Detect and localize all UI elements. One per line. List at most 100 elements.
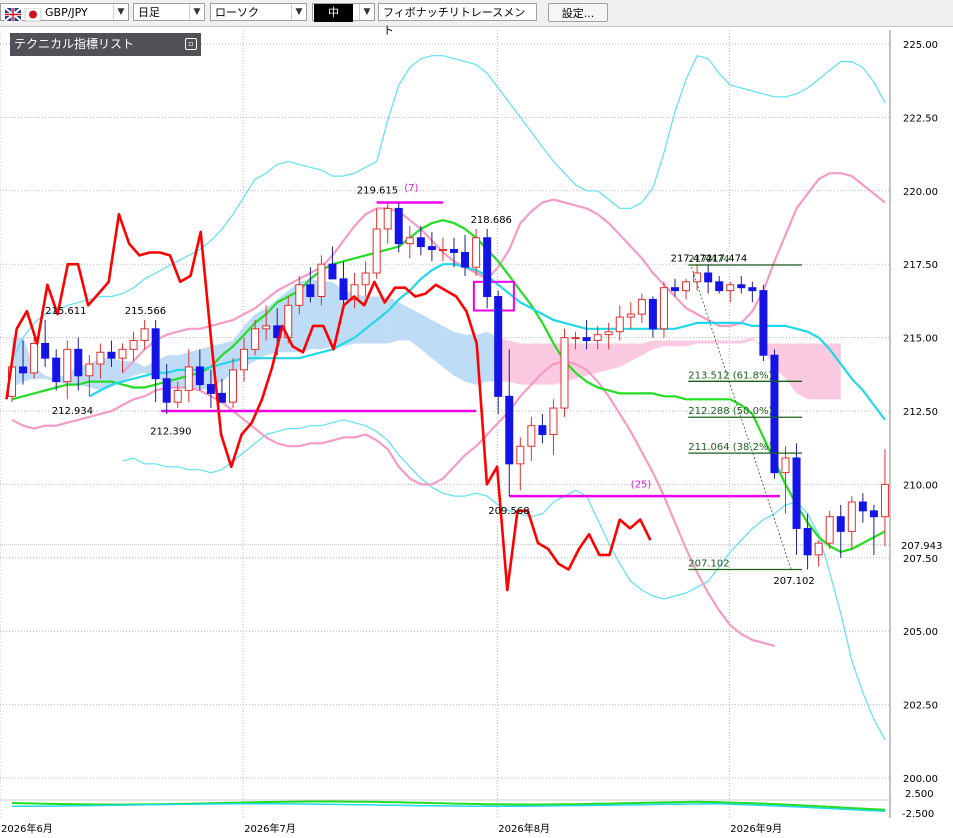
price-annotation: 212.390 <box>150 426 191 437</box>
candle-body <box>450 249 458 253</box>
candle-body <box>505 395 514 465</box>
indicator-list-panel[interactable]: テクニカル指標リスト ▫ <box>10 33 201 56</box>
candle-body <box>494 295 503 397</box>
count-label: (7) <box>404 183 418 194</box>
candle-body <box>394 207 403 245</box>
price-annotation: 217.474 <box>706 253 747 264</box>
y-tick-label: 222.50 <box>903 113 938 124</box>
candle-body <box>659 287 668 330</box>
candle-body <box>151 328 160 380</box>
x-tick-label: 2026年8月 <box>498 822 550 835</box>
fib-level-label: 207.102 <box>688 558 729 569</box>
candle-body <box>836 516 845 532</box>
candle-body <box>74 348 83 377</box>
price-annotation: 207.102 <box>773 576 814 587</box>
candle-body <box>682 281 691 292</box>
y-tick-label: 200.00 <box>903 774 938 785</box>
candle-body <box>726 284 735 292</box>
y-tick-label: 207.50 <box>903 554 938 565</box>
candle-body <box>195 366 204 386</box>
candle-body <box>217 392 226 403</box>
candle-body <box>516 445 525 465</box>
candle-body <box>262 325 271 330</box>
candle-body <box>107 351 116 359</box>
candle-body <box>825 516 834 544</box>
fib-level-label: 212.288 (50.0%) <box>688 406 772 417</box>
candle-body <box>693 272 702 283</box>
candle-body <box>317 263 326 297</box>
candle-body <box>361 272 370 286</box>
candle-body <box>162 378 171 403</box>
ma-green-line <box>11 219 886 554</box>
candle-body <box>792 457 801 529</box>
price-annotation: 209.568 <box>488 506 529 517</box>
candle-body <box>461 251 470 268</box>
indicator-list-title: テクニカル指標リスト <box>14 37 135 51</box>
candle-body <box>427 246 436 251</box>
price-annotation: 218.686 <box>471 215 512 226</box>
price-chart[interactable]: 217.474 213.512 (61.8%) 212.288 (50.0%) 211… <box>0 0 953 838</box>
candle-body <box>41 342 50 359</box>
candle-body <box>759 290 768 356</box>
collapse-icon[interactable]: ▫ <box>185 38 197 50</box>
fib-level-label: 211.064 (38.2%) <box>688 442 772 453</box>
y-tick-label: 225.00 <box>903 40 938 51</box>
candle-body <box>637 298 646 315</box>
candle-body <box>85 363 94 377</box>
osc-cyan-line <box>12 803 886 813</box>
price-annotations: 219.615218.686217.474217.474215.611 215.5… <box>45 183 815 587</box>
candle-body <box>560 337 569 409</box>
y-tick-label: 215.00 <box>903 334 938 345</box>
x-tick-label: 2026年6月 <box>1 822 53 835</box>
candle-body <box>30 342 39 374</box>
candle-body <box>63 348 72 383</box>
oscillator-panel: 2.500 -2.500 <box>0 789 934 820</box>
y-tick-label: 205.00 <box>903 627 938 638</box>
candle-body <box>571 337 580 340</box>
candle-body <box>847 501 856 532</box>
y-tick-label: 212.50 <box>903 407 938 418</box>
candle-body <box>140 328 149 342</box>
candle-body <box>295 284 304 306</box>
candle-body <box>704 272 713 283</box>
candle-body <box>129 340 138 350</box>
candle-body <box>19 366 28 374</box>
candle-body <box>549 407 558 435</box>
candle-body <box>184 366 193 391</box>
x-tick-label: 2026年7月 <box>244 822 296 835</box>
candle-body <box>781 457 790 474</box>
y-tick-label: 217.50 <box>903 260 938 271</box>
candle-body <box>118 348 127 359</box>
fibonacci-retracement: 217.474 213.512 (61.8%) 212.288 (50.0%) 211… <box>688 254 803 571</box>
candle-body <box>615 316 624 333</box>
candle-body <box>604 331 613 336</box>
count-label: (25) <box>631 479 652 490</box>
price-annotation: 215.611 <box>45 306 86 317</box>
candle-body <box>869 510 878 518</box>
osc-tick-label: 2.500 <box>905 789 934 800</box>
y-tick-label: 202.50 <box>903 701 938 712</box>
candle-body <box>648 298 657 330</box>
candle-body <box>472 237 481 268</box>
candle-body <box>328 263 337 280</box>
price-annotation: 212.934 <box>52 406 93 417</box>
y-tick-label: 220.00 <box>903 187 938 198</box>
candle-body <box>206 384 215 394</box>
candle-body <box>339 278 348 300</box>
candle-body <box>803 527 812 556</box>
highlight-box <box>472 280 515 312</box>
candle-body <box>880 483 889 518</box>
candle-body <box>405 237 414 245</box>
fib-level-label: 213.512 (61.8%) <box>688 370 772 381</box>
osc-tick-label: -2.500 <box>902 809 934 820</box>
candle-body <box>538 425 547 435</box>
candle-body <box>593 334 602 342</box>
candle-body <box>483 237 492 297</box>
bollinger-bands <box>11 55 886 741</box>
candle-body <box>438 249 447 252</box>
bb-lower-inner <box>11 360 775 647</box>
candle-body <box>814 542 823 556</box>
price-annotation: 219.615 <box>357 186 398 197</box>
axes: 225.00 222.50 220.00 217.50 215.00 212.50 210.… <box>1 30 942 835</box>
candle-body <box>748 287 757 292</box>
